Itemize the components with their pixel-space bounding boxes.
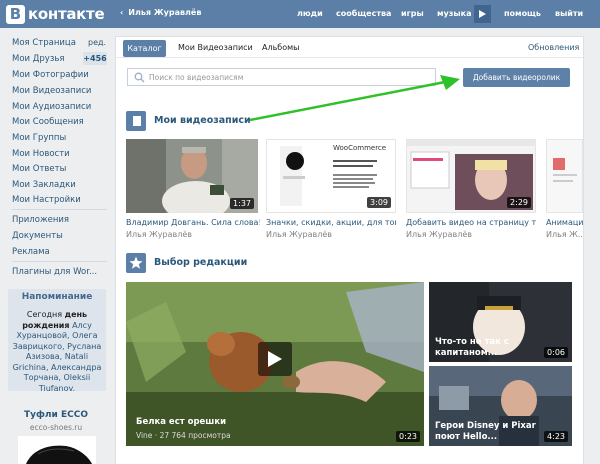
friends-badge[interactable]: +456 [83, 52, 107, 65]
nav-communities[interactable]: сообщества [336, 9, 391, 18]
chevron-left-icon: ‹ [120, 8, 124, 17]
video-duration: 1:37 [230, 198, 254, 209]
menu-bookmarks[interactable]: Мои Закладки [12, 180, 76, 190]
menu-friends[interactable]: Мои Друзья [12, 54, 64, 64]
nav-games[interactable]: игры [401, 9, 424, 18]
menu-photos[interactable]: Мои Фотографии [12, 70, 89, 80]
annotation-arrow [249, 75, 460, 122]
ad-title[interactable]: Туфли ECCO [0, 410, 112, 420]
video-thumb-2[interactable]: WooCommerce 3:09 [266, 139, 396, 213]
menu-my-page[interactable]: Моя Страница [12, 38, 76, 48]
title-line-1: Герои Disney и Pixar [435, 421, 536, 431]
reminder-title: Напоминание [21, 292, 93, 302]
menu-divider [12, 209, 107, 210]
video-author-1[interactable]: Илья Журавлёв [126, 230, 260, 239]
reminder-names[interactable]: Алсу Хуранцовой, Олега Заврицкого, Русла… [13, 321, 102, 393]
back-link[interactable]: ‹ Илья Журавлёв [120, 8, 201, 17]
nav-music[interactable]: музыка [437, 9, 471, 18]
tab-my-videos[interactable]: Мои Видеозаписи [178, 43, 253, 52]
vk-logo[interactable]: В контакте [6, 4, 105, 24]
nav-logout[interactable]: выйти [555, 9, 583, 18]
menu-audio[interactable]: Мои Аудиозаписи [12, 102, 91, 112]
reminder-today: Сегодня [26, 310, 63, 319]
video-duration: 4:23 [544, 431, 568, 442]
tab-updates[interactable]: Обновления [528, 43, 579, 52]
video-duration: 3:09 [367, 197, 391, 208]
star-icon [126, 253, 146, 273]
thumb-heading: WooCommerce [333, 144, 387, 152]
ad-domain[interactable]: ecco-shoes.ru [0, 423, 112, 432]
editors-choice-title[interactable]: Выбор редакции [154, 257, 247, 268]
film-icon [126, 111, 146, 131]
top-bar: В контакте ‹ Илья Журавлёв люди сообщест… [0, 0, 600, 28]
video-thumb-4[interactable] [546, 139, 583, 213]
my-videos-title[interactable]: Мои видеозаписи [154, 115, 251, 126]
video-title-1[interactable]: Владимир Довгань. Сила слова! З... [126, 218, 260, 227]
menu-answers[interactable]: Мои Ответы [12, 164, 66, 174]
logo-letter: В [6, 4, 25, 24]
play-icon [479, 10, 486, 18]
title-line-1: Что-то не так с [435, 337, 509, 347]
video-duration: 0:06 [544, 347, 568, 358]
video-thumb-image [547, 140, 582, 212]
menu-settings[interactable]: Мои Настройки [12, 195, 81, 205]
video-duration: 2:29 [507, 197, 531, 208]
nav-people[interactable]: люди [297, 9, 323, 18]
back-name: Илья Журавлёв [128, 8, 202, 17]
menu-plugins[interactable]: Плагины для Wor... [12, 267, 97, 277]
play-button[interactable] [258, 342, 292, 376]
video-author-3[interactable]: Илья Журавлёв [406, 230, 536, 239]
menu-news[interactable]: Мои Новости [12, 149, 70, 159]
video-title-3[interactable]: Добавить видео на страницу тов... [406, 218, 536, 227]
tabs-divider [116, 57, 583, 58]
editor-video-1-title[interactable]: Что-то не так с капитаном... [435, 337, 509, 359]
video-duration: 0:23 [396, 431, 420, 442]
menu-documents[interactable]: Документы [12, 231, 63, 241]
video-title-4[interactable]: Анимаци... [546, 218, 583, 227]
title-line-2: капитаном... [435, 348, 498, 358]
video-title-2[interactable]: Значки, скидки, акции, для товар... [266, 218, 396, 227]
featured-video-meta: Vine · 27 764 просмотра [136, 431, 231, 440]
featured-video-title[interactable]: Белка ест орешки [136, 417, 226, 427]
menu-ads[interactable]: Реклама [12, 247, 50, 257]
play-icon [268, 351, 282, 367]
tab-catalog[interactable]: Каталог [123, 40, 166, 57]
nav-help[interactable]: помощь [504, 9, 541, 18]
ad-shoe-image[interactable] [18, 436, 96, 464]
search-placeholder: Поиск по видеозаписям [149, 73, 244, 82]
video-author-2[interactable]: Илья Журавлёв [266, 230, 396, 239]
birthday-reminder: Напоминание Сегодня день рождения Алсу Х… [8, 289, 106, 394]
menu-messages[interactable]: Мои Сообщения [12, 117, 84, 127]
video-thumb-3[interactable]: 2:29 [406, 139, 536, 213]
title-line-2: поют Hello... [435, 432, 498, 442]
edit-link[interactable]: ред. [88, 38, 106, 47]
logo-text: контакте [28, 5, 105, 23]
video-author-4[interactable]: Илья Ж... [546, 230, 583, 239]
menu-groups[interactable]: Мои Группы [12, 133, 66, 143]
menu-apps[interactable]: Приложения [12, 215, 69, 225]
add-video-button[interactable]: Добавить видеоролик [463, 68, 570, 87]
play-music-button[interactable] [474, 5, 491, 23]
reminder-text: Сегодня день рождения Алсу Хуранцовой, О… [12, 310, 102, 394]
tab-albums[interactable]: Альбомы [262, 43, 299, 52]
video-thumb-1[interactable]: 1:37 [126, 139, 258, 213]
editor-video-2-title[interactable]: Герои Disney и Pixar поют Hello... [435, 421, 536, 443]
menu-divider [12, 261, 107, 262]
menu-videos[interactable]: Мои Видеозаписи [12, 86, 91, 96]
search-icon [134, 72, 145, 83]
